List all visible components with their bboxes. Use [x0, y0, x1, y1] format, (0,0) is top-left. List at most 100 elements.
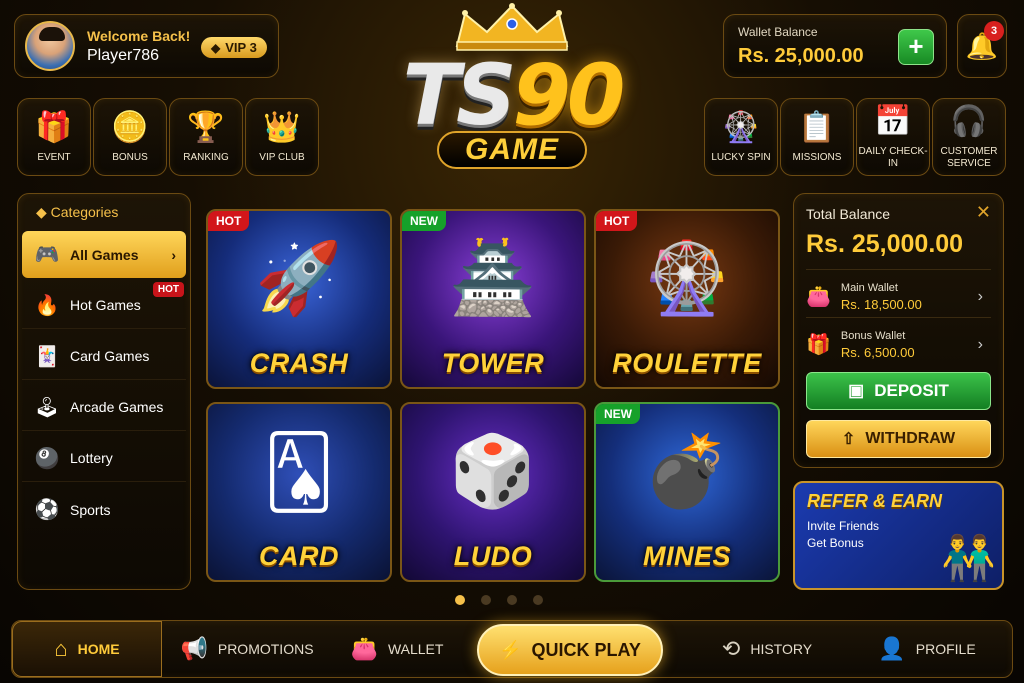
home-icon: ⌂ [54, 636, 68, 661]
nav-wallet[interactable]: 👛 WALLET [332, 621, 462, 677]
crown-icon: 👑 [263, 111, 301, 144]
withdraw-icon: ⇧ [841, 431, 856, 448]
quick-label: RANKING [183, 152, 229, 163]
quick-bonus[interactable]: 🪙 BONUS [93, 98, 167, 176]
game-tile-mines[interactable]: 💣 NEW MINES [594, 402, 780, 582]
logo: TS90 GAME [380, 2, 644, 192]
diamond-icon: ◆ [36, 204, 51, 220]
quick-label: CUSTOMER SERVICE [940, 146, 998, 169]
carousel-pagination [455, 595, 543, 605]
category-label: Card Games [70, 348, 150, 364]
chevron-right-icon: › [171, 246, 176, 263]
deposit-button[interactable]: ▣ DEPOSIT [806, 372, 991, 410]
dice-icon: 🎲 [449, 432, 537, 510]
headset-icon: 🎧 [950, 105, 988, 138]
nav-profile[interactable]: 👤 PROFILE [862, 621, 992, 677]
category-label: Hot Games [70, 297, 141, 313]
game-name: LUDO [453, 541, 533, 571]
tower-icon: 🏯 [449, 239, 537, 317]
quick-daily-check-in[interactable]: 📅 DAILY CHECK-IN [856, 98, 930, 176]
quick-ranking[interactable]: 🏆 RANKING [169, 98, 243, 176]
coin-icon: 🪙 [111, 111, 149, 144]
vip-badge[interactable]: ◆ VIP 3 [201, 37, 267, 58]
page-dot-2[interactable] [481, 595, 491, 605]
nav-history[interactable]: ⟲ HISTORY [702, 621, 832, 677]
gift-icon: 🎁 [35, 111, 73, 144]
game-name: MINES [642, 541, 731, 571]
nav-label: WALLET [387, 641, 444, 657]
nav-label: PROFILE [915, 641, 976, 657]
quick-lucky-spin[interactable]: 🎡 LUCKY SPIN [704, 98, 778, 176]
category-card-games[interactable]: 🃏 Card Games [22, 333, 186, 380]
quick-play-button[interactable]: ⚡ QUICK PLAY [477, 624, 663, 676]
bonus-wallet-label: Bonus Wallet [840, 329, 906, 342]
megaphone-icon: 📢 [180, 636, 208, 661]
quick-customer-service[interactable]: 🎧 CUSTOMER SERVICE [932, 98, 1006, 176]
bomb-icon: 💣 [643, 432, 731, 510]
quick-label: DAILY CHECK-IN [858, 146, 928, 169]
bonus-wallet-row[interactable]: 🎁 Bonus Wallet Rs. 6,500.00 › [806, 317, 991, 363]
close-icon[interactable]: ✕ [976, 202, 991, 223]
user-icon: 👤 [878, 636, 906, 661]
nav-promotions[interactable]: 📢 PROMOTIONS [162, 621, 332, 677]
quick-label: MISSIONS [792, 152, 842, 163]
wheel-icon: 🎡 [722, 111, 760, 144]
quick-label: EVENT [37, 152, 71, 163]
fire-icon: 🔥 [34, 294, 60, 317]
category-hot-games[interactable]: 🔥 Hot Games HOT [22, 282, 186, 329]
game-tile-tower[interactable]: 🏯 NEW TOWER [400, 209, 586, 389]
refer-earn-banner[interactable]: REFER & EARN Invite Friends Get Bonus 👬 [793, 481, 1004, 590]
logo-ts: TS [402, 46, 517, 144]
withdraw-button[interactable]: ⇧ WITHDRAW [806, 420, 991, 458]
game-tile-roulette[interactable]: 🎡 HOT ROULETTE [594, 209, 780, 389]
game-name: TOWER [441, 348, 545, 378]
calendar-icon: 📅 [874, 105, 912, 138]
lottery-ball-icon: 🎱 [34, 447, 60, 470]
category-sports[interactable]: ⚽ Sports [22, 486, 186, 533]
avatar[interactable] [25, 21, 75, 71]
notifications-button[interactable]: 🔔 3 [957, 14, 1007, 78]
vip-label: VIP 3 [225, 40, 257, 55]
category-lottery[interactable]: 🎱 Lottery [22, 435, 186, 482]
category-arcade-games[interactable]: 🕹 Arcade Games [22, 384, 186, 431]
categories-panel: ◆ Categories 🎮 All Games › 🔥 Hot Games H… [17, 193, 191, 590]
game-tile-card[interactable]: 🂡 CARD [206, 402, 392, 582]
game-tile-crash[interactable]: 🚀 HOT CRASH [206, 209, 392, 389]
diamond-icon: ◆ [211, 40, 221, 55]
quick-event[interactable]: 🎁 EVENT [17, 98, 91, 176]
welcome-block: Welcome Back! Player786 [87, 28, 190, 65]
main-wallet-row[interactable]: 👛 Main Wallet Rs. 18,500.00 › [806, 269, 991, 315]
game-tile-ludo[interactable]: 🎲 LUDO [400, 402, 586, 582]
add-funds-button[interactable]: + [898, 29, 934, 65]
gamepad-icon: 🎮 [34, 244, 60, 266]
quick-vip-club[interactable]: 👑 VIP CLUB [245, 98, 319, 176]
logo-90: 90 [512, 46, 625, 144]
football-icon: ⚽ [34, 499, 60, 521]
playing-cards-icon: 🂡 [263, 433, 335, 511]
nav-label: HISTORY [750, 641, 813, 657]
wallet-icon: 👛 [350, 636, 378, 661]
page-dot-4[interactable] [533, 595, 543, 605]
main-wallet-value: Rs. 18,500.00 [840, 296, 922, 312]
quick-label: LUCKY SPIN [711, 152, 771, 163]
withdraw-label: WITHDRAW [865, 430, 956, 447]
notification-count: 3 [984, 21, 1004, 41]
game-name: CRASH [249, 348, 349, 378]
friends-icon: 👬 [941, 534, 996, 583]
profile-card[interactable]: Welcome Back! Player786 ◆ VIP 3 [14, 14, 279, 78]
trophy-icon: 🏆 [187, 111, 225, 144]
category-label: All Games [70, 246, 139, 263]
balance-panel: Total Balance ✕ Rs. 25,000.00 👛 Main Wal… [793, 193, 1004, 468]
category-all-games[interactable]: 🎮 All Games › [22, 231, 186, 278]
page-dot-1[interactable] [455, 595, 465, 605]
quick-missions[interactable]: 📋 MISSIONS [780, 98, 854, 176]
new-tag: NEW [596, 404, 640, 424]
total-balance-value: Rs. 25,000.00 [806, 230, 964, 258]
nav-label: PROMOTIONS [217, 641, 314, 657]
category-label: Lottery [70, 450, 113, 466]
roulette-wheel-icon: 🎡 [643, 239, 731, 317]
nav-home[interactable]: ⌂ HOME [12, 621, 162, 677]
bottom-nav: ⌂ HOME 📢 PROMOTIONS 👛 WALLET ⚡ QUICK PLA… [11, 620, 1013, 678]
page-dot-3[interactable] [507, 595, 517, 605]
total-balance-label: Total Balance [806, 206, 891, 222]
